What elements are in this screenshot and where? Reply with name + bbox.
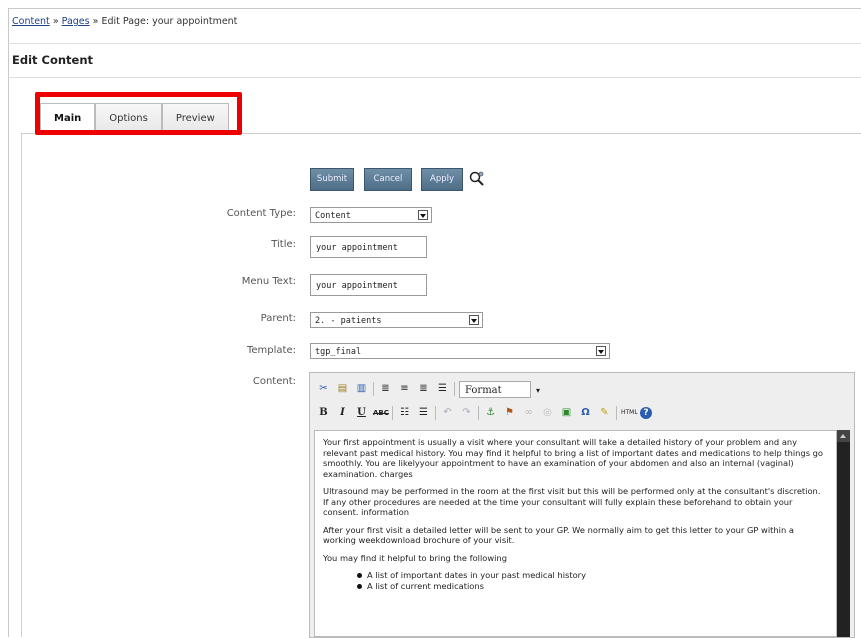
menu-text-label: Menu Text: xyxy=(241,276,296,287)
divider xyxy=(8,77,861,78)
insert-image-icon[interactable]: ▣ xyxy=(559,406,574,420)
insert-link-icon[interactable]: ⚓ xyxy=(483,406,498,420)
title-label: Title: xyxy=(271,239,296,250)
align-right-icon[interactable]: ≣ xyxy=(416,382,431,396)
breadcrumb-pages-link[interactable]: Pages xyxy=(62,16,90,27)
parent-value: 2. - patients xyxy=(315,316,382,326)
editor-toolbar-row-2: B I U ABC ☷ ☰ ↶ ↷ ⚓ ⚑ ∞ ◎ ▣ Ω ✎ HTML ? xyxy=(316,403,656,423)
toolbar-separator xyxy=(616,406,617,420)
content-type-value: Content xyxy=(315,211,351,221)
special-character-icon[interactable]: Ω xyxy=(578,406,593,420)
submit-button[interactable]: Submit xyxy=(310,168,354,191)
cleanup-icon[interactable]: ◎ xyxy=(540,406,555,420)
title-input[interactable]: your appointment xyxy=(310,236,427,258)
editor-toolbar-row-1: ✂ ▤ ▥ ≣ ≡ ≣ ☰ Format ▾ xyxy=(316,379,540,399)
anchor-icon[interactable]: ⚑ xyxy=(502,406,517,420)
tabs-highlight-box xyxy=(35,92,242,135)
content-paragraph: You may find it helpful to bring the fol… xyxy=(323,552,507,563)
breadcrumb: Content » Pages » Edit Page: your appoin… xyxy=(12,16,237,27)
numbered-list-icon[interactable]: ☰ xyxy=(416,406,431,420)
redo-icon[interactable]: ↷ xyxy=(459,406,474,420)
page-title: Edit Content xyxy=(12,53,94,67)
template-value: tgp_final xyxy=(315,347,362,357)
paste-icon[interactable]: ▤ xyxy=(335,382,350,396)
chevron-down-icon xyxy=(469,315,479,325)
unlink-icon[interactable]: ∞ xyxy=(521,406,536,420)
html-source-icon[interactable]: HTML xyxy=(621,406,638,420)
align-center-icon[interactable]: ≡ xyxy=(397,382,412,396)
editor-content-area[interactable]: Your first appointment is usually a visi… xyxy=(314,430,837,637)
bold-icon[interactable]: B xyxy=(316,406,331,420)
breadcrumb-content-link[interactable]: Content xyxy=(12,16,50,27)
align-justify-icon[interactable]: ☰ xyxy=(435,382,450,396)
template-select[interactable]: tgp_final xyxy=(310,343,610,359)
content-bullet-list: A list of important dates in your past m… xyxy=(323,570,828,591)
remove-format-icon[interactable]: ✎ xyxy=(597,406,612,420)
toolbar-separator xyxy=(373,382,374,396)
chevron-down-icon: ▾ xyxy=(535,385,540,395)
toolbar-separator xyxy=(435,406,436,420)
parent-label: Parent: xyxy=(260,313,296,324)
apply-button[interactable]: Apply xyxy=(421,168,463,191)
menu-text-input[interactable]: your appointment xyxy=(310,274,427,296)
toolbar-separator xyxy=(392,406,393,420)
bulleted-list-icon[interactable]: ☷ xyxy=(397,406,412,420)
underline-icon[interactable]: U xyxy=(354,406,369,420)
list-item: A list of current medications xyxy=(357,581,828,592)
content-type-select[interactable]: Content xyxy=(310,207,432,223)
format-select[interactable]: Format ▾ xyxy=(459,380,540,398)
scroll-up-arrow-icon[interactable] xyxy=(837,430,850,442)
content-label: Content: xyxy=(252,376,296,387)
list-item: A list of important dates in your past m… xyxy=(357,570,828,581)
template-label: Template: xyxy=(247,345,296,356)
toolbar-separator xyxy=(454,382,455,396)
help-icon[interactable]: ? xyxy=(640,407,652,419)
parent-select[interactable]: 2. - patients xyxy=(310,312,483,328)
toolbar-separator xyxy=(478,406,479,420)
breadcrumb-separator: » xyxy=(49,16,62,27)
content-paragraph: Ultrasound may be performed in the room … xyxy=(323,486,821,517)
italic-icon[interactable]: I xyxy=(335,406,350,420)
divider xyxy=(8,43,861,44)
align-left-icon[interactable]: ≣ xyxy=(378,382,393,396)
chevron-down-icon xyxy=(418,210,428,220)
breadcrumb-separator: » xyxy=(89,16,102,27)
paste-word-icon[interactable]: ▥ xyxy=(354,382,369,396)
breadcrumb-current: Edit Page: your appointment xyxy=(101,16,238,27)
magnifier-preview-icon[interactable] xyxy=(468,170,486,188)
cut-icon[interactable]: ✂ xyxy=(316,382,331,396)
undo-icon[interactable]: ↶ xyxy=(440,406,455,420)
cancel-button[interactable]: Cancel xyxy=(364,168,412,191)
content-paragraph: After your first visit a detailed letter… xyxy=(323,524,794,546)
editor-scrollbar[interactable] xyxy=(837,430,850,637)
content-type-label: Content Type: xyxy=(226,208,296,219)
chevron-down-icon xyxy=(596,346,606,356)
content-paragraph: Your first appointment is usually a visi… xyxy=(323,437,823,479)
format-value: Format xyxy=(465,384,502,396)
wysiwyg-editor: ✂ ▤ ▥ ≣ ≡ ≣ ☰ Format ▾ B I U ABC ☷ ☰ ↶ ↷ … xyxy=(309,372,855,638)
strikethrough-icon[interactable]: ABC xyxy=(373,406,389,420)
